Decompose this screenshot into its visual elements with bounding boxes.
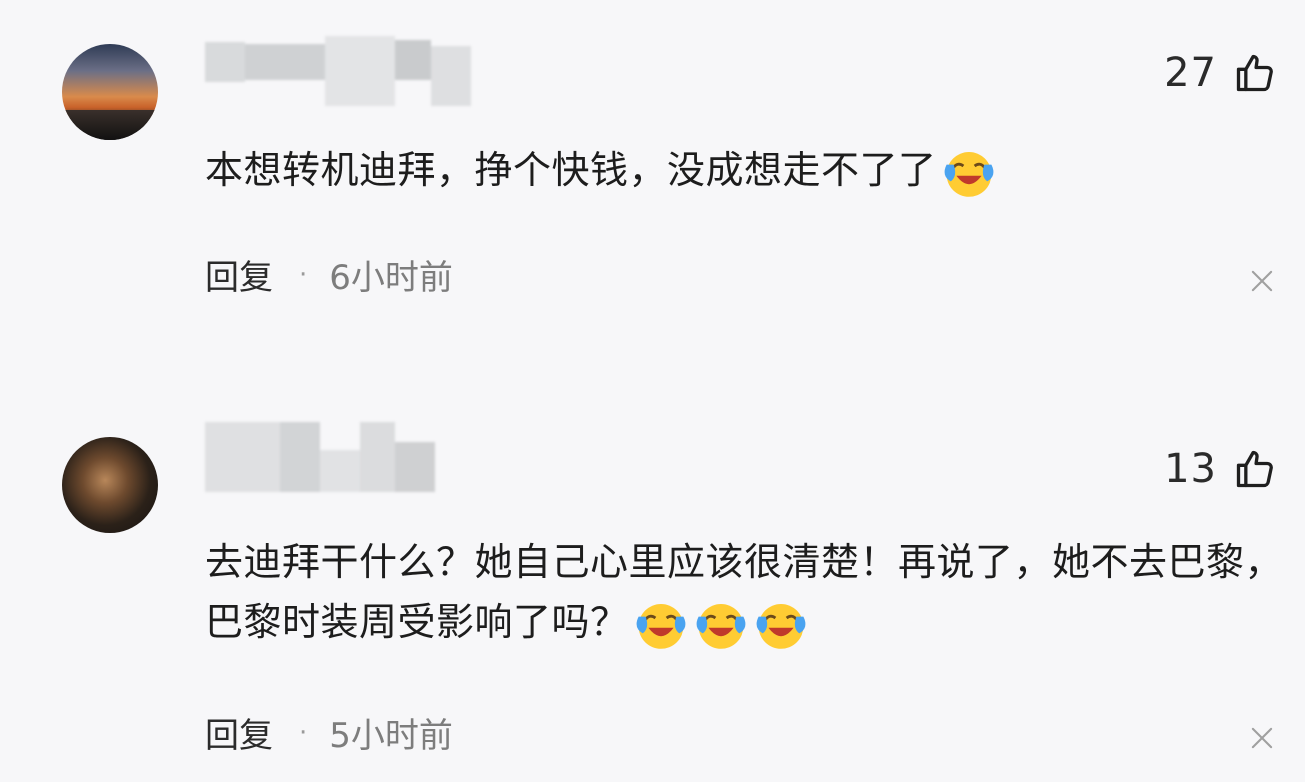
username-blurred[interactable] bbox=[205, 36, 471, 106]
like-control[interactable]: 27 bbox=[1164, 50, 1277, 96]
timestamp: 5小时前 bbox=[329, 716, 453, 756]
comment-item: 13 去迪拜干什么？她自己心里应该很清楚！再说了，她不去巴黎，巴黎时装周受影响了… bbox=[0, 395, 1305, 782]
comment-meta: 回复 · 6小时前 bbox=[205, 250, 453, 299]
thumbs-up-icon[interactable] bbox=[1233, 447, 1277, 491]
reply-button[interactable]: 回复 bbox=[205, 708, 273, 757]
separator-dot: · bbox=[299, 717, 308, 748]
like-control[interactable]: 13 bbox=[1164, 446, 1277, 492]
reply-button[interactable]: 回复 bbox=[205, 250, 273, 299]
laughing-crying-emoji bbox=[944, 151, 993, 197]
laughing-crying-emoji bbox=[756, 603, 805, 649]
comment-item: 27 本想转机迪拜，挣个快钱，没成想走不了了 回复 · 6小时前 bbox=[0, 0, 1305, 370]
avatar[interactable] bbox=[62, 44, 158, 140]
comment-text: 去迪拜干什么？她自己心里应该很清楚！再说了，她不去巴黎，巴黎时装周受影响了吗？ bbox=[205, 532, 1285, 653]
username-blurred[interactable] bbox=[205, 422, 435, 492]
timestamp: 6小时前 bbox=[329, 258, 453, 298]
close-icon[interactable] bbox=[1249, 725, 1275, 751]
separator-dot: · bbox=[299, 259, 308, 290]
avatar[interactable] bbox=[62, 437, 158, 533]
like-count: 27 bbox=[1164, 50, 1217, 96]
laughing-crying-emoji bbox=[636, 603, 685, 649]
thumbs-up-icon[interactable] bbox=[1233, 51, 1277, 95]
comment-meta: 回复 · 5小时前 bbox=[205, 708, 453, 757]
like-count: 13 bbox=[1164, 446, 1217, 492]
laughing-crying-emoji bbox=[696, 603, 745, 649]
close-icon[interactable] bbox=[1249, 268, 1275, 294]
comment-text: 本想转机迪拜，挣个快钱，没成想走不了了 bbox=[205, 140, 1285, 201]
